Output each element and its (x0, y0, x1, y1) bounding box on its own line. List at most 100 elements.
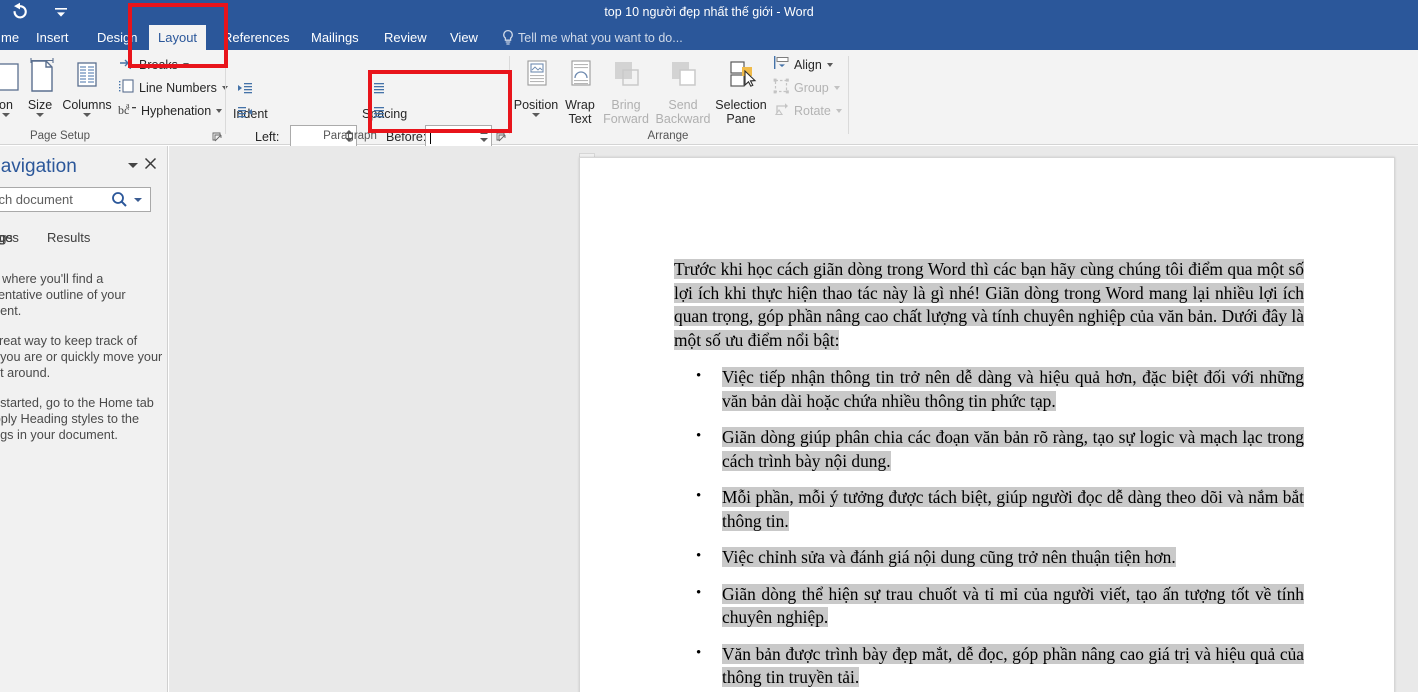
tab-insert[interactable]: Insert (27, 25, 78, 50)
word-application-window: top 10 người đẹp nhất thế giới - Word me… (0, 0, 1418, 692)
chevron-down-icon[interactable] (128, 163, 138, 168)
search-options-chevron-icon[interactable] (134, 198, 142, 202)
align-icon (773, 55, 790, 76)
navigation-pane-empty-state: This is where you'll find a representati… (0, 271, 167, 457)
chevron-down-icon[interactable] (826, 63, 833, 67)
page-setup-dialog-launcher-icon[interactable] (212, 130, 223, 142)
nav-body-paragraph: To get started, go to the Home tab and a… (0, 396, 154, 442)
list-item: Mỗi phần, mỗi ý tưởng được tách biệt, gi… (674, 485, 1304, 533)
breaks-button[interactable]: Breaks (118, 54, 189, 76)
line-numbers-button[interactable]: Line Numbers (118, 77, 228, 99)
chevron-down-icon[interactable] (216, 109, 223, 113)
chevron-down-icon[interactable] (2, 113, 10, 117)
send-backward-label: Send (668, 98, 698, 112)
spin-down-icon[interactable] (480, 138, 488, 142)
line-numbers-label: Line Numbers (139, 81, 217, 95)
bring-forward-label: Bring (611, 98, 641, 112)
selection-pane-label2: Pane (726, 112, 756, 126)
search-input[interactable]: Search document (0, 187, 151, 212)
chevron-down-icon[interactable] (36, 113, 44, 117)
send-backward-button[interactable]: Send Backward (655, 54, 711, 130)
tab-mailings[interactable]: Mailings (302, 25, 368, 50)
columns-label: Columns (62, 98, 112, 112)
chevron-down-icon[interactable] (835, 109, 842, 113)
window-title: top 10 người đẹp nhất thế giới - Word (604, 5, 814, 19)
hyphenation-label: Hyphenation (141, 104, 212, 118)
list-item-text: Việc tiếp nhận thông tin trở nên dễ dàng… (722, 367, 1304, 411)
tab-view[interactable]: View (441, 25, 487, 50)
align-label: Align (794, 58, 822, 72)
intro-paragraph: Trước khi học cách giãn dòng trong Word … (674, 258, 1304, 352)
indent-left-icon (237, 82, 253, 101)
send-backward-icon (655, 54, 711, 98)
chevron-down-icon[interactable] (532, 113, 540, 117)
spacing-before-input[interactable] (425, 125, 492, 147)
list-item-text: Việc chỉnh sửa và đánh giá nội dung cũng… (722, 547, 1176, 567)
navigation-pane-title: Navigation (0, 156, 77, 177)
breaks-label: Breaks (139, 58, 178, 72)
svg-text:a: a (126, 101, 130, 110)
close-icon[interactable] (143, 156, 158, 171)
document-body-text[interactable]: Trước khi học cách giãn dòng trong Word … (674, 258, 1304, 692)
group-button[interactable]: Group (773, 77, 840, 99)
paragraph-group-label: Paragraph (323, 130, 377, 142)
hyphenation-icon: bc a (118, 101, 137, 122)
bring-forward-button[interactable]: Bring Forward (598, 54, 654, 130)
line-numbers-icon (118, 78, 135, 99)
spacing-before-icon (373, 82, 385, 101)
spin-up-icon[interactable] (480, 130, 488, 134)
tab-review[interactable]: Review (375, 25, 436, 50)
columns-icon (56, 54, 118, 98)
nav-tab-results[interactable]: Results (47, 230, 90, 245)
bring-forward-label2: Forward (603, 112, 649, 126)
nav-tab-pages[interactable]: Pages (0, 230, 19, 245)
chevron-down-icon[interactable] (83, 113, 91, 117)
indent-left-label: Left: (255, 130, 280, 144)
title-bar: top 10 người đẹp nhất thế giới - Word (0, 0, 1418, 25)
list-item: Văn bản được trình bày đẹp mắt, dễ đọc, … (674, 642, 1304, 690)
rotate-button[interactable]: Rotate (773, 100, 842, 122)
columns-button[interactable]: Columns (56, 54, 118, 130)
list-item-text: Giãn dòng thể hiện sự trau chuốt và tỉ m… (722, 583, 1304, 627)
page-setup-group-label: Page Setup (29, 130, 91, 142)
rotate-label: Rotate (794, 104, 831, 118)
tab-layout[interactable]: Layout (149, 25, 207, 50)
tab-home[interactable]: me (0, 25, 28, 50)
ribbon: on Size Columns Breaks Line Numbers bc a… (0, 50, 1418, 171)
ribbon-tab-strip: me Insert Design Layout References Maili… (0, 25, 1418, 50)
list-item-text: Giãn dòng giúp phân chia các đoạn văn bả… (722, 427, 1304, 471)
bring-forward-icon (598, 54, 654, 98)
text-cursor (430, 129, 431, 144)
list-item: Giãn dòng giúp phân chia các đoạn văn bả… (674, 425, 1304, 473)
chevron-down-icon[interactable] (833, 86, 840, 90)
align-button[interactable]: Align (773, 54, 833, 76)
document-page[interactable]: Trước khi học cách giãn dòng trong Word … (579, 157, 1395, 692)
indent-right-icon (237, 106, 253, 125)
tell-me-search-box[interactable]: Tell me what you want to do... (518, 25, 683, 50)
paragraph-dialog-launcher-icon[interactable] (496, 130, 507, 142)
send-backward-label2: Backward (655, 112, 711, 126)
arrange-group-label: Arrange (647, 130, 689, 142)
selection-pane-icon (710, 54, 772, 98)
tab-design[interactable]: Design (88, 25, 146, 50)
list-item-text: Văn bản được trình bày đẹp mắt, dễ đọc, … (722, 643, 1304, 687)
tab-references[interactable]: References (214, 25, 298, 50)
nav-body-paragraph: It's a great way to keep track of where … (0, 334, 163, 380)
search-magnifier-icon[interactable] (111, 191, 128, 208)
nav-body-paragraph: This is where you'll find a representati… (0, 272, 126, 318)
document-canvas[interactable]: Trước khi học cách giãn dòng trong Word … (169, 146, 1418, 692)
benefits-bullet-list: Việc tiếp nhận thông tin trở nên dễ dàng… (674, 365, 1304, 690)
selection-pane-button[interactable]: Selection Pane (710, 54, 772, 130)
rotate-icon (773, 101, 790, 122)
chevron-down-icon[interactable] (182, 63, 189, 67)
group-icon (773, 78, 790, 99)
selection-pane-label: Selection (715, 98, 767, 112)
group-label: Group (794, 81, 829, 95)
hyphenation-button[interactable]: bc a Hyphenation (118, 100, 223, 122)
breaks-icon (118, 55, 135, 76)
list-item: Việc tiếp nhận thông tin trở nên dễ dàng… (674, 365, 1304, 413)
navigation-pane: Navigation Search document Headings Page… (0, 146, 168, 692)
search-placeholder: Search document (0, 192, 73, 207)
list-item: Việc chỉnh sửa và đánh giá nội dung cũng… (674, 545, 1304, 570)
intro-paragraph-text: Trước khi học cách giãn dòng trong Word … (674, 259, 1304, 350)
